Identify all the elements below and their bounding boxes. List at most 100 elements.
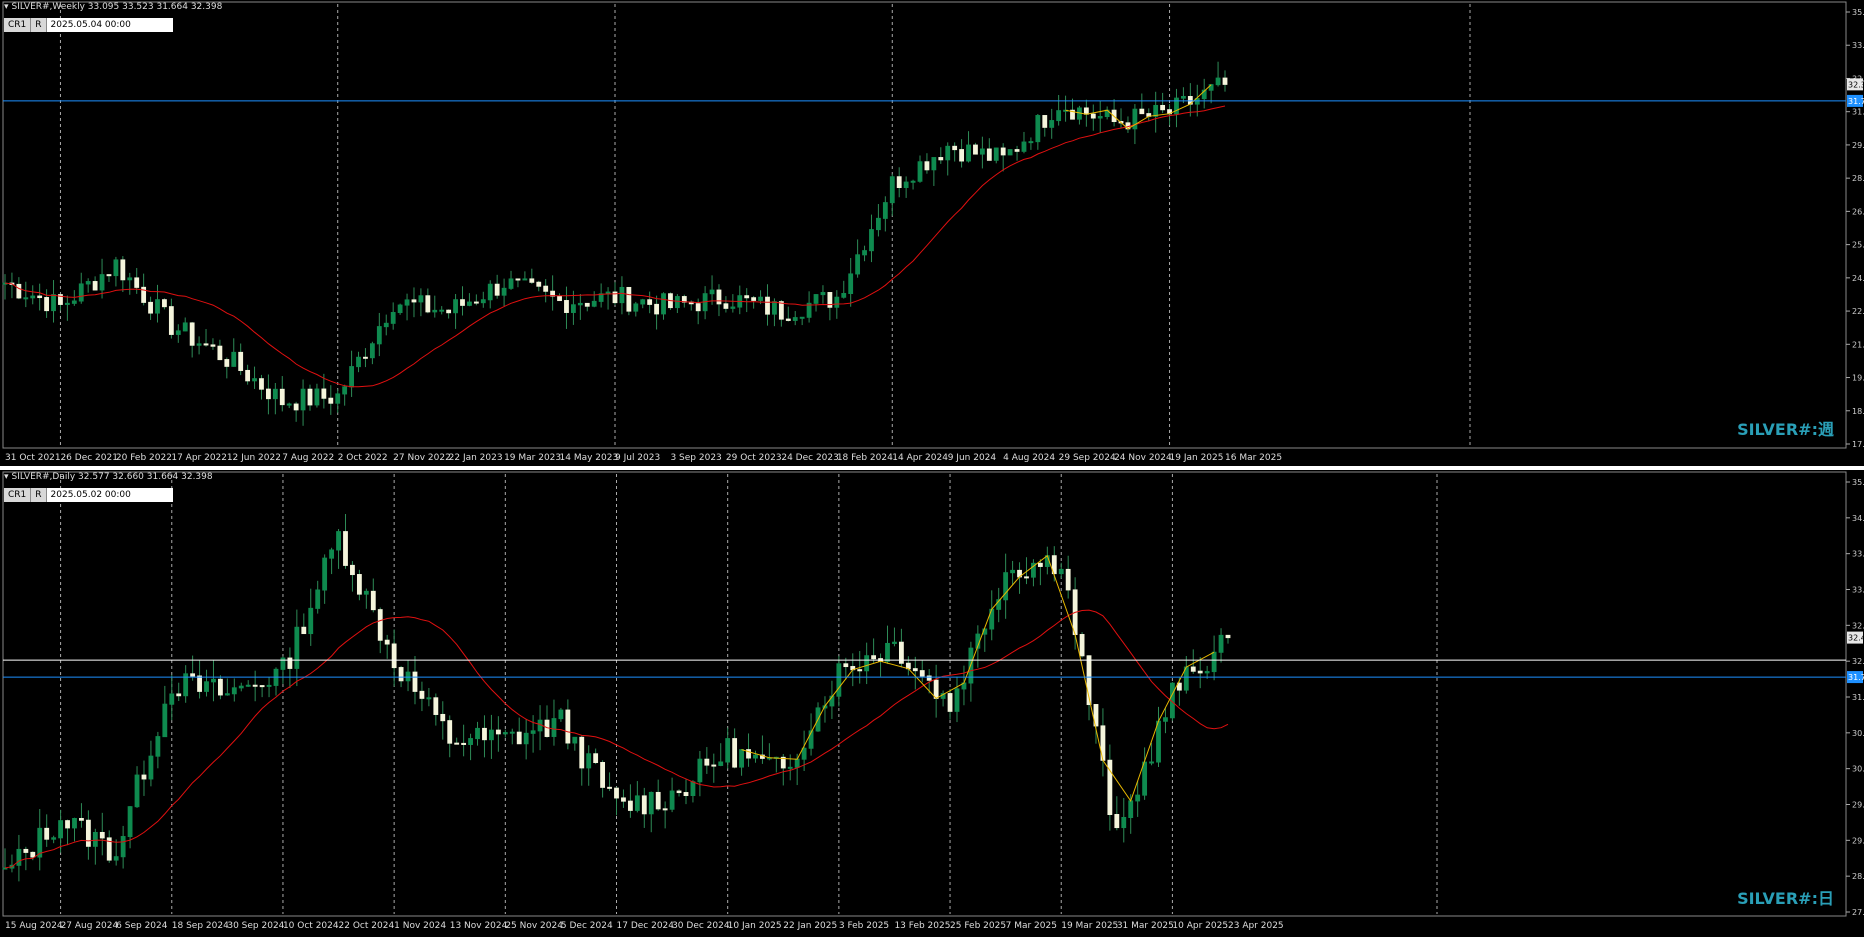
- candle-bear: [37, 295, 43, 299]
- candle-bear: [683, 792, 689, 796]
- candle-bull: [1121, 816, 1127, 829]
- candle-bull: [954, 688, 960, 712]
- candle-bear: [1024, 576, 1029, 579]
- price-tick-label: 35.0: [1852, 478, 1864, 487]
- candle-bull: [23, 297, 29, 300]
- price-tick-label: 30.8: [1852, 729, 1864, 738]
- candle-bear: [85, 819, 91, 847]
- date-tick-label: 17 Dec 2024: [617, 921, 675, 931]
- candle-bear: [217, 345, 223, 361]
- cr1-button[interactable]: CR1: [4, 488, 32, 502]
- date-tick-label: 10 Oct 2024: [283, 921, 339, 931]
- weekly-watermark: SILVER#:週: [1737, 420, 1834, 439]
- candle-bull: [690, 781, 696, 796]
- candle-bear: [785, 318, 791, 321]
- candle-bear: [356, 574, 362, 595]
- candle-bear: [765, 296, 770, 315]
- candle-bear: [912, 668, 918, 672]
- candle-bear: [266, 388, 271, 400]
- date-tick-label: 29 Sep 2024: [1059, 453, 1116, 463]
- candle-bull: [834, 296, 840, 308]
- candle-bear: [1190, 666, 1196, 672]
- candle-bear: [516, 731, 522, 745]
- price-tick-label: 33.8: [1852, 550, 1864, 559]
- r-button[interactable]: R: [31, 18, 47, 32]
- date-tick-label: 14 Apr 2024: [892, 453, 948, 463]
- candle-bull: [99, 274, 105, 291]
- weekly-chart-pane[interactable]: 31 Oct 2021 26 Dec 2021 20 Feb 2022 17 Apr …: [0, 0, 1864, 466]
- candle-bull: [252, 378, 257, 382]
- candle-bear: [44, 827, 50, 840]
- candle-bear: [973, 144, 978, 155]
- date-tick-label: 27 Nov 2022: [393, 453, 451, 463]
- candle-bull: [404, 299, 410, 306]
- candle-bear: [515, 278, 521, 281]
- collapse-triangle-icon[interactable]: ▾: [4, 2, 9, 12]
- date-tick-label: 25 Nov 2024: [505, 921, 563, 931]
- candle-bear: [986, 148, 992, 161]
- candle-bull: [231, 351, 237, 367]
- candle-bear: [370, 590, 376, 611]
- candle-bull: [848, 273, 854, 294]
- candle-bear: [716, 289, 722, 305]
- candle-bull: [739, 749, 744, 768]
- candle-bull: [758, 296, 763, 301]
- candle-bear: [440, 713, 446, 722]
- candle-bull: [169, 693, 175, 705]
- candle-bull: [1003, 572, 1009, 601]
- cr1-button[interactable]: CR1: [4, 18, 32, 32]
- candle-bull: [1128, 800, 1134, 818]
- candle-bear: [460, 299, 465, 306]
- candle-bull: [1044, 555, 1050, 567]
- candle-bull: [1215, 77, 1221, 86]
- candle-bear: [723, 303, 729, 309]
- daily-ohlc-text: SILVER#,Daily 32.577 32.660 31.664 32.39…: [11, 472, 213, 482]
- candle-bear: [919, 670, 925, 677]
- date-tick-label: 5 Dec 2024: [561, 921, 613, 931]
- candle-bear: [203, 343, 209, 346]
- price-tick-label: 29.7: [1852, 141, 1864, 150]
- date-tick-label: 24 Nov 2024: [1114, 453, 1172, 463]
- collapse-triangle-icon[interactable]: ▾: [4, 472, 9, 482]
- candle-bull: [155, 736, 161, 757]
- candle-bull: [376, 326, 382, 345]
- candle-bull: [127, 277, 133, 281]
- candle-bull: [113, 259, 119, 277]
- candle-bull: [945, 145, 951, 161]
- candle-bear: [252, 684, 258, 687]
- candle-bull: [1056, 110, 1062, 122]
- candle-bull: [903, 181, 909, 188]
- candle-bear: [626, 286, 632, 312]
- candle-bull: [841, 292, 847, 298]
- candle-bear: [1083, 107, 1089, 115]
- candle-bear: [482, 727, 487, 741]
- candle-bear: [704, 758, 710, 766]
- candle-bull: [697, 758, 703, 783]
- candle-bull: [799, 316, 805, 319]
- candle-bull: [16, 848, 22, 866]
- r-button[interactable]: R: [31, 488, 47, 502]
- candle-bull: [418, 295, 424, 303]
- candle-bear: [1225, 634, 1231, 639]
- candle-bear: [600, 762, 606, 788]
- candle-bear: [565, 709, 571, 744]
- candle-bull: [397, 304, 403, 314]
- date-tick-label: 30 Sep 2024: [227, 921, 284, 931]
- candle-bull: [155, 299, 160, 314]
- candle-bull: [1049, 120, 1055, 128]
- candle-bear: [391, 643, 397, 669]
- date-tick-label: 14 May 2023: [560, 453, 619, 463]
- candle-bear: [711, 764, 717, 767]
- daily-chart-pane[interactable]: 15 Aug 2024 27 Aug 2024 6 Sep 2024 18 Sep 2…: [0, 470, 1864, 933]
- candle-bear: [938, 157, 944, 161]
- candle-bull: [530, 730, 536, 734]
- candle-bear: [79, 817, 84, 821]
- candle-bull: [72, 817, 77, 829]
- candle-bull: [92, 831, 98, 847]
- candle-bull: [30, 295, 36, 299]
- candle-bull: [134, 774, 140, 808]
- candle-bear: [44, 297, 49, 312]
- candle-bull: [661, 293, 666, 315]
- price-tick-label: 27.8: [1852, 908, 1864, 917]
- current-price-tag: 32.3: [1848, 80, 1864, 89]
